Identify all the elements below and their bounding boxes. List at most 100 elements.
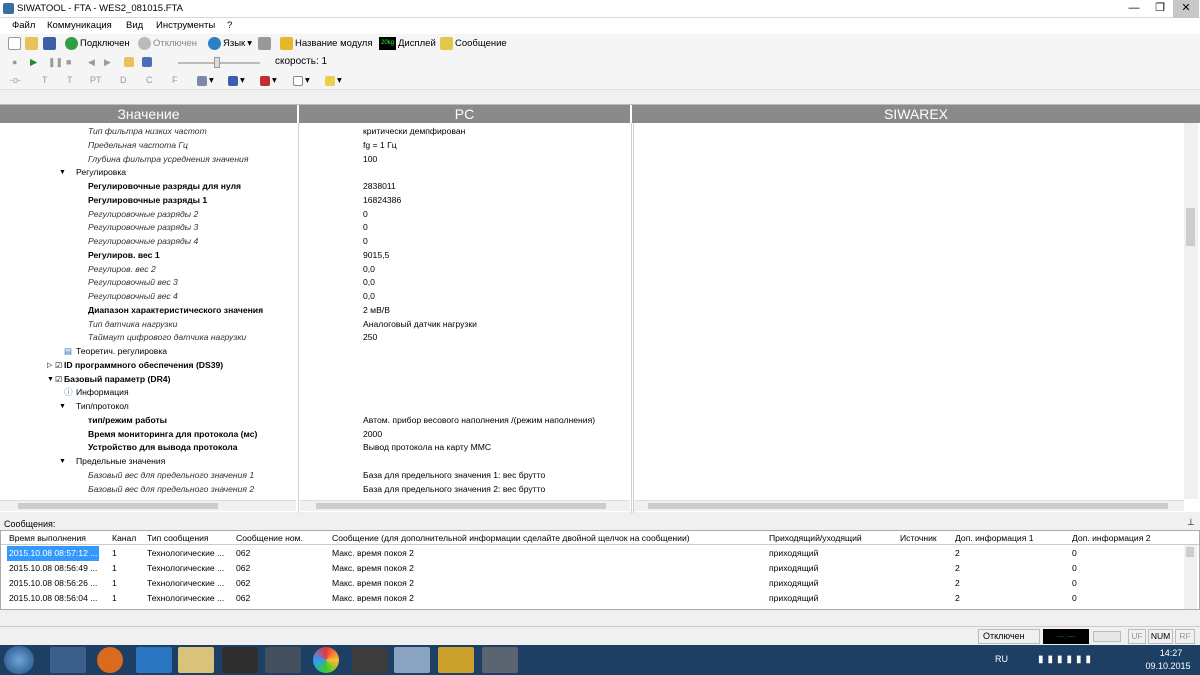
- pc-value[interactable]: 0: [363, 221, 368, 235]
- display-button[interactable]: 20kg Дисплей: [379, 37, 436, 50]
- step-back-icon[interactable]: ◀: [88, 57, 95, 68]
- open-file-icon[interactable]: [124, 57, 134, 67]
- grid-row[interactable]: Глубина фильтра усреднения значения 100: [0, 153, 1185, 167]
- pin-icon[interactable]: ⊥: [1187, 517, 1195, 528]
- expander-icon[interactable]: ▼: [59, 166, 66, 180]
- scrollbar-thumb[interactable]: [1186, 208, 1195, 246]
- t2-button[interactable]: T: [67, 75, 73, 85]
- pc-value[interactable]: Автом. прибор весового наполнения /(режи…: [363, 414, 595, 428]
- message-row[interactable]: 2015.10.08 08:57:12 ... 1 Технологические …: [1, 546, 1184, 561]
- expander-icon[interactable]: ▼: [47, 373, 54, 387]
- grid-row[interactable]: Предельная частота Гц fg = 1 Гц: [0, 139, 1185, 153]
- pc-value[interactable]: 0: [363, 208, 368, 222]
- pc-value[interactable]: Аналоговый датчик нагрузки: [363, 318, 477, 332]
- speed-slider-thumb[interactable]: [214, 57, 220, 68]
- grid-row[interactable]: ▼ Тип/протокол: [0, 400, 1185, 414]
- pc-value[interactable]: База для предельного значения 2: вес бру…: [363, 483, 545, 497]
- grid-row[interactable]: Регулиров. вес 1 9015,5: [0, 249, 1185, 263]
- grid-row[interactable]: Устройство для вывода протокола Вывод про…: [0, 441, 1185, 455]
- tool-icon-4[interactable]: ▾: [293, 75, 310, 86]
- tool-icon-3[interactable]: ▾: [260, 75, 277, 86]
- horizontal-scrollbar-pc[interactable]: [300, 500, 630, 511]
- taskbar-paint-icon[interactable]: [50, 647, 86, 673]
- message-column-header[interactable]: Канал: [112, 533, 136, 543]
- link-icon[interactable]: [142, 57, 152, 67]
- grid-row[interactable]: Регулировочный вес 4 0,0: [0, 290, 1185, 304]
- menu-communication[interactable]: Коммуникация: [47, 20, 112, 31]
- tray-icons[interactable]: ▮▮▮▮▮▮: [1038, 654, 1095, 665]
- grid-row[interactable]: Таймаут цифрового датчика нагрузки 250: [0, 331, 1185, 345]
- message-column-header[interactable]: Тип сообщения: [147, 533, 209, 543]
- menu-help[interactable]: ?: [227, 20, 232, 31]
- clock-date[interactable]: 09.10.2015: [1138, 661, 1198, 671]
- column-header-pc[interactable]: PC: [299, 105, 630, 123]
- message-row[interactable]: 2015.10.08 08:56:49 ... 1 Технологические …: [1, 561, 1184, 576]
- taskbar-explorer-icon[interactable]: [178, 647, 214, 673]
- record-icon[interactable]: ●: [12, 57, 17, 67]
- disconnect-button[interactable]: Отключен: [138, 37, 197, 50]
- pc-value[interactable]: fg = 1 Гц: [363, 139, 397, 153]
- c-button[interactable]: C: [146, 75, 153, 85]
- message-column-header[interactable]: Приходящий/уходящий: [769, 533, 862, 543]
- tool-icon-5[interactable]: ▾: [325, 75, 342, 86]
- play-icon[interactable]: ▶: [30, 57, 37, 68]
- pc-value[interactable]: 2838011: [363, 180, 396, 194]
- column-header-siwarex[interactable]: SIWAREX: [632, 105, 1200, 123]
- pause-icon[interactable]: ❚❚: [48, 57, 63, 68]
- pc-value[interactable]: 0,0: [363, 263, 375, 277]
- message-column-header[interactable]: Сообщение ном.: [236, 533, 303, 543]
- pc-value[interactable]: 9015,5: [363, 249, 389, 263]
- horizontal-scrollbar-value[interactable]: [0, 500, 296, 511]
- tool-icon-1[interactable]: ▾: [197, 75, 214, 86]
- module-name-button[interactable]: Название модуля: [280, 37, 372, 50]
- close-button[interactable]: ✕: [1173, 0, 1199, 18]
- grid-row[interactable]: Базовый вес для предельного значения 1 Ба…: [0, 469, 1185, 483]
- pc-value[interactable]: 100: [363, 153, 377, 167]
- message-row[interactable]: 2015.10.08 08:56:04 ... 1 Технологические …: [1, 591, 1184, 606]
- grid-row[interactable]: Тип фильтра низких частот критически демп…: [0, 125, 1185, 139]
- grid-row[interactable]: Регулировочные разряды для нуля 2838011: [0, 180, 1185, 194]
- taskbar-color-icon[interactable]: [313, 647, 339, 673]
- messages-scrollbar[interactable]: [1184, 545, 1197, 609]
- horizontal-scrollbar-siwarex[interactable]: [634, 500, 1184, 511]
- pc-value[interactable]: База для предельного значения 1: вес бру…: [363, 469, 545, 483]
- grid-row[interactable]: Диапазон характеристического значения 2 м…: [0, 304, 1185, 318]
- checkbox-icon[interactable]: ☑: [55, 359, 62, 373]
- grid-row[interactable]: ⓘ Информация: [0, 386, 1185, 400]
- grid-row[interactable]: Регулировочные разряды 2 0: [0, 208, 1185, 222]
- expander-icon[interactable]: ▼: [59, 455, 66, 469]
- grid-row[interactable]: ▼ Предельные значения: [0, 455, 1185, 469]
- taskbar-siwatool-icon[interactable]: [438, 647, 474, 673]
- trace-icon[interactable]: -o-: [10, 75, 21, 85]
- connect-button[interactable]: Подключен: [65, 37, 130, 50]
- language-indicator[interactable]: RU: [995, 654, 1008, 664]
- pc-value[interactable]: 0,0: [363, 290, 375, 304]
- message-column-header[interactable]: Доп. информация 2: [1072, 533, 1151, 543]
- new-file-icon[interactable]: [8, 37, 21, 50]
- taskbar-app-icon[interactable]: [265, 647, 301, 673]
- taskbar-tool-icon[interactable]: [222, 647, 258, 673]
- menu-file[interactable]: Файл: [12, 20, 35, 31]
- save-icon[interactable]: [43, 37, 56, 50]
- message-column-header[interactable]: Источник: [900, 533, 937, 543]
- taskbar-firefox-icon[interactable]: [97, 647, 123, 673]
- step-forward-icon[interactable]: ▶: [104, 57, 111, 68]
- pc-value[interactable]: Вывод протокола на карту MMC: [363, 441, 491, 455]
- menu-view[interactable]: Вид: [126, 20, 143, 31]
- minimize-button[interactable]: —: [1121, 0, 1147, 18]
- open-folder-icon[interactable]: [25, 37, 38, 50]
- grid-row[interactable]: Регулировочный вес 3 0,0: [0, 276, 1185, 290]
- print-icon[interactable]: [258, 37, 271, 50]
- taskbar-weight-icon[interactable]: [352, 647, 388, 673]
- message-column-header[interactable]: Доп. информация 1: [955, 533, 1034, 543]
- grid-row[interactable]: Регулировочные разряды 4 0: [0, 235, 1185, 249]
- message-row[interactable]: 2015.10.08 08:56:26 ... 1 Технологические …: [1, 576, 1184, 591]
- grid-row[interactable]: Регулировочные разряды 3 0: [0, 221, 1185, 235]
- pc-value[interactable]: 0: [363, 235, 368, 249]
- pc-value[interactable]: 250: [363, 331, 377, 345]
- f-button[interactable]: F: [172, 75, 178, 85]
- grid-row[interactable]: ▼ ☑ Базовый параметр (DR4): [0, 373, 1185, 387]
- message-column-header[interactable]: Сообщение (для дополнительной информации…: [332, 533, 690, 543]
- t-button[interactable]: T: [42, 75, 48, 85]
- pc-value[interactable]: 2000: [363, 428, 382, 442]
